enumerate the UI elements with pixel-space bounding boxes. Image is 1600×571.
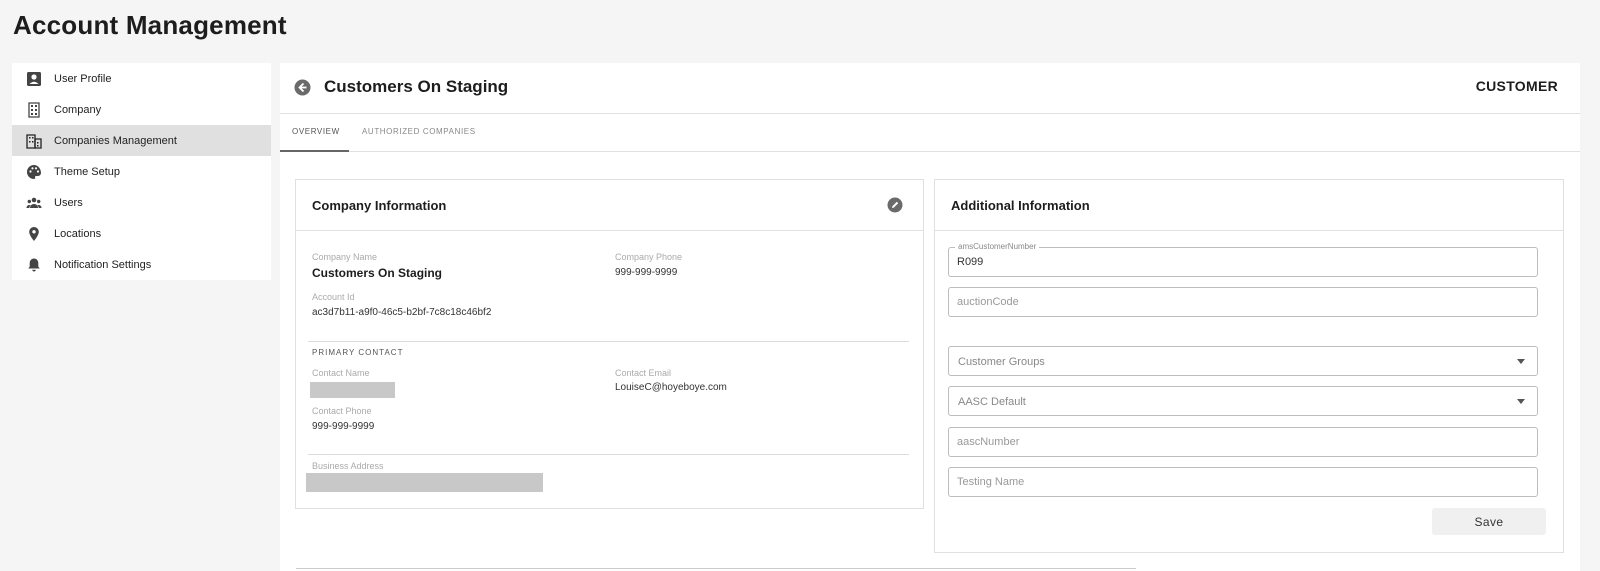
tab-bar: OVERVIEW AUTHORIZED COMPANIES: [280, 114, 1580, 152]
additional-info-card: Additional Information amsCustomerNumber…: [934, 179, 1564, 553]
account-id-value: ac3d7b11-a9f0-46c5-b2bf-7c8c18c46bf2: [312, 307, 492, 318]
testing-name-input[interactable]: [949, 468, 1537, 496]
company-name-label: Company Name: [312, 252, 378, 262]
sidebar-item-locations[interactable]: Locations: [12, 218, 271, 249]
company-name-value: Customers On Staging: [312, 266, 443, 280]
tab-overview[interactable]: OVERVIEW: [292, 127, 340, 136]
sidebar-item-label: Companies Management: [54, 134, 177, 147]
contact-email-value: LouiseC@hoyeboye.com: [615, 382, 727, 393]
sidebar-item-theme-setup[interactable]: Theme Setup: [12, 156, 271, 187]
account-id-label: Account Id: [312, 292, 355, 302]
sidebar-item-label: Users: [54, 196, 83, 209]
customer-groups-select[interactable]: Customer Groups: [948, 346, 1538, 376]
contact-name-label: Contact Name: [312, 368, 370, 378]
card-header: Company Information: [296, 180, 923, 231]
edit-pencil-icon[interactable]: [887, 197, 903, 213]
chevron-down-icon: [1517, 399, 1525, 404]
sidebar-item-label: Company: [54, 103, 102, 116]
sidebar-item-label: Theme Setup: [54, 165, 121, 178]
main-title: Customers On Staging: [324, 77, 509, 96]
users-icon: [26, 195, 42, 211]
contact-email-label: Contact Email: [615, 368, 672, 378]
location-pin-icon: [26, 226, 42, 242]
contact-phone-value: 999-999-9999: [312, 421, 375, 432]
building-icon: [26, 101, 42, 118]
card-header: Additional Information: [935, 180, 1563, 231]
sidebar-item-companies-management[interactable]: Companies Management: [12, 125, 271, 156]
tab-active-indicator: [280, 150, 349, 152]
ams-customer-number-label: amsCustomerNumber: [955, 242, 1040, 251]
back-arrow-icon[interactable]: [294, 79, 311, 96]
company-info-card: Company Information Company Name Custome…: [295, 179, 924, 509]
sidebar: User Profile Company Companies Managemen…: [12, 63, 271, 280]
bottom-divider: [296, 568, 1136, 569]
company-phone-label: Company Phone: [615, 252, 683, 262]
company-phone-value: 999-999-9999: [615, 267, 678, 278]
aasc-number-input[interactable]: [949, 428, 1537, 456]
aasc-default-placeholder: AASC Default: [958, 396, 1026, 408]
company-type-tag: CUSTOMER: [1475, 78, 1558, 94]
sidebar-item-notification-settings[interactable]: Notification Settings: [12, 249, 271, 280]
tab-authorized-companies[interactable]: AUTHORIZED COMPANIES: [362, 127, 476, 136]
testing-name-field[interactable]: [948, 467, 1538, 497]
sidebar-item-label: Notification Settings: [54, 258, 152, 271]
customer-groups-placeholder: Customer Groups: [958, 356, 1045, 368]
main-header: Customers On Staging CUSTOMER: [280, 63, 1580, 114]
chevron-down-icon: [1517, 359, 1525, 364]
contact-phone-label: Contact Phone: [312, 406, 372, 416]
page-title: Account Management: [13, 10, 287, 40]
auction-code-input[interactable]: [949, 288, 1537, 316]
auction-code-field[interactable]: [948, 287, 1538, 317]
card-title: Additional Information: [951, 198, 1090, 213]
bell-icon: [26, 257, 42, 273]
section-divider: [308, 454, 909, 455]
redacted-contact-name: [310, 382, 395, 398]
aasc-default-select[interactable]: AASC Default: [948, 386, 1538, 416]
business-address-label: Business Address: [312, 461, 384, 471]
primary-contact-heading: PRIMARY CONTACT: [312, 348, 404, 357]
card-title: Company Information: [312, 198, 447, 213]
palette-icon: [26, 164, 42, 180]
sidebar-item-label: Locations: [54, 227, 102, 240]
aasc-number-field[interactable]: [948, 427, 1538, 457]
companies-icon: [26, 133, 42, 149]
user-profile-icon: [26, 71, 42, 87]
sidebar-item-users[interactable]: Users: [12, 187, 271, 218]
ams-customer-number-input[interactable]: [949, 248, 1537, 276]
sidebar-item-label: User Profile: [54, 72, 112, 85]
section-divider: [308, 341, 909, 342]
sidebar-item-company[interactable]: Company: [12, 94, 271, 125]
ams-customer-number-field[interactable]: amsCustomerNumber: [948, 242, 1538, 277]
sidebar-item-user-profile[interactable]: User Profile: [12, 63, 271, 94]
redacted-business-address: [306, 473, 543, 492]
save-button[interactable]: Save: [1432, 508, 1546, 535]
